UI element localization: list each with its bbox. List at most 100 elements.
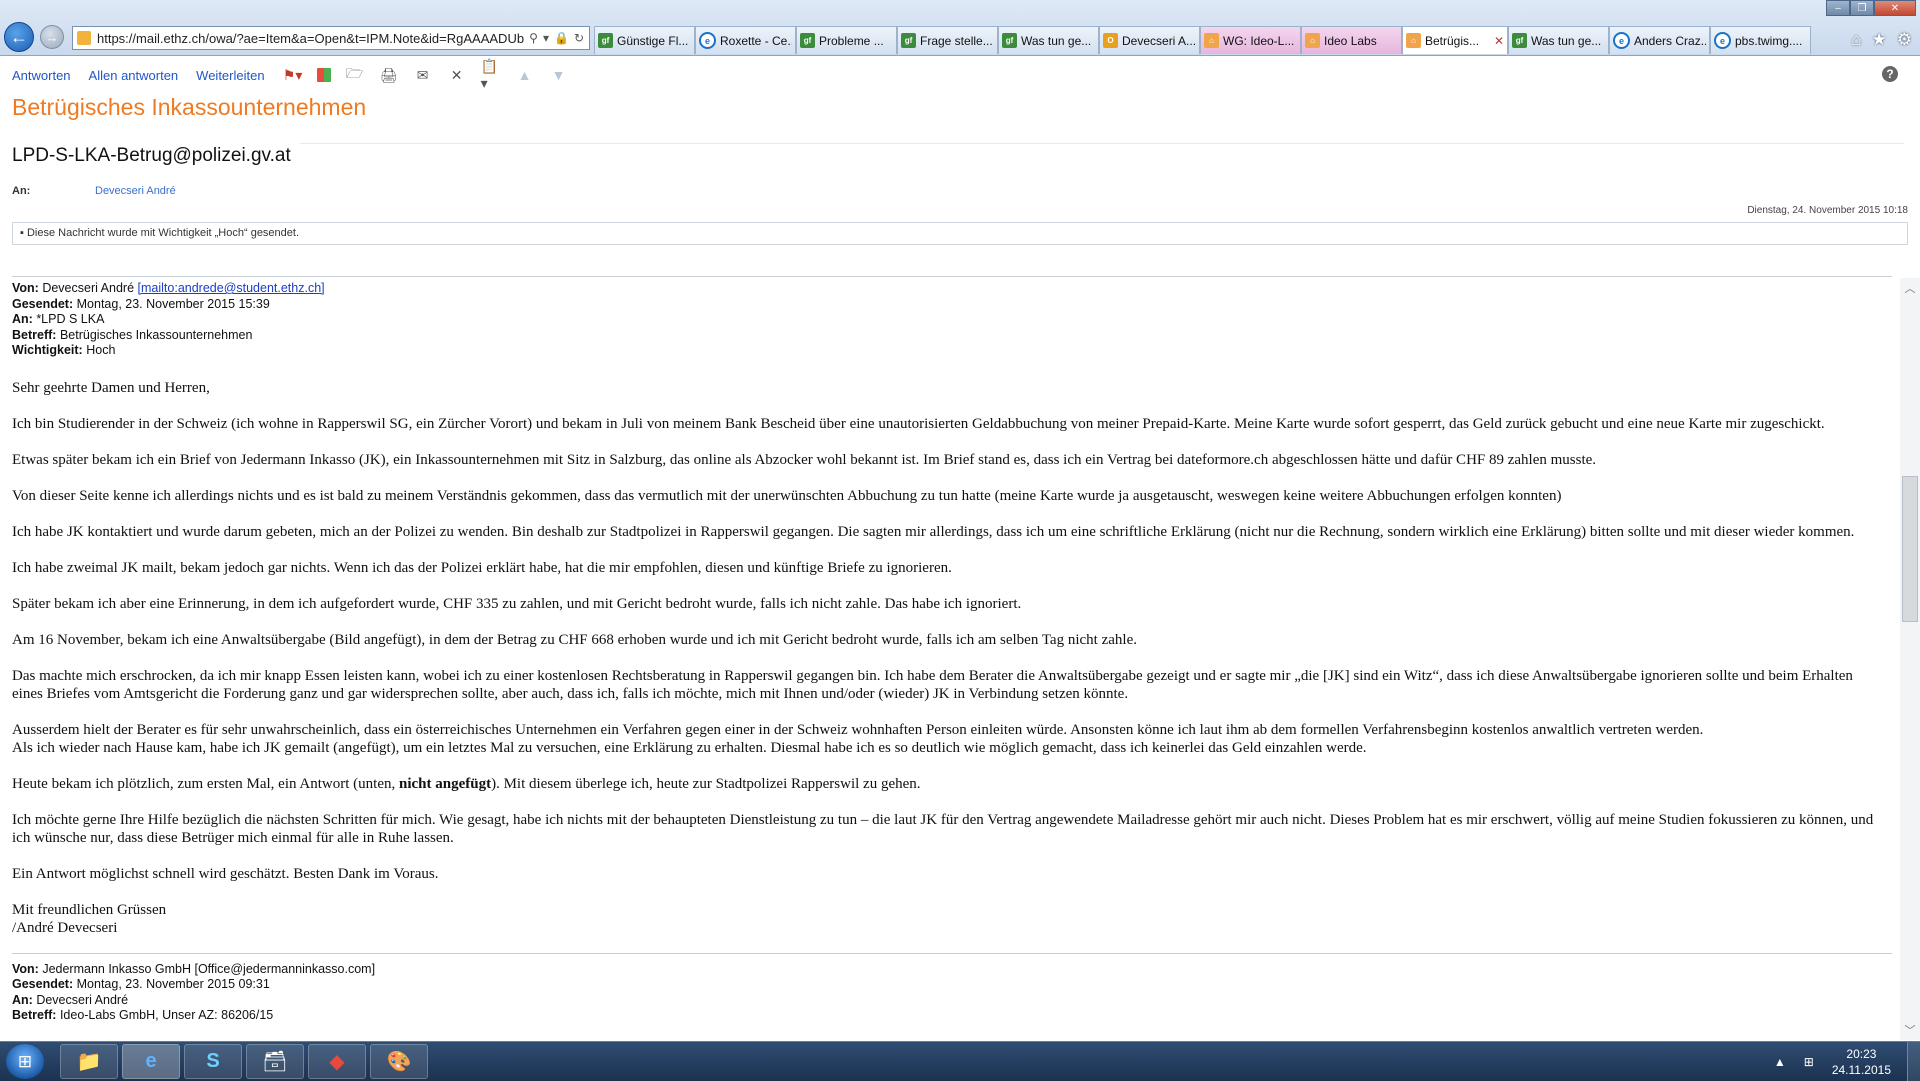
mark-unread-icon[interactable]: ✉ (413, 66, 433, 84)
delete-icon[interactable]: ✕ (447, 66, 467, 84)
favorites-star-icon[interactable]: ★ (1872, 30, 1887, 50)
paint-task[interactable]: 🎨 (370, 1044, 428, 1079)
browser-tab[interactable]: e Roxette - Ce... (695, 26, 796, 54)
internet-explorer-icon: e (145, 1050, 157, 1072)
tab-title: Roxette - Ce... (720, 33, 792, 48)
browser-tab[interactable]: e Anders Craz... (1609, 26, 1710, 54)
dropdown-icon[interactable]: ▾ (543, 31, 549, 45)
archive-task[interactable]: 🗃 (246, 1044, 304, 1079)
folder-icon: 📁 (76, 1051, 102, 1073)
browser-tab[interactable]: e pbs.twimg.... (1710, 26, 1811, 54)
sent-value: Montag, 23. November 2015 15:39 (76, 296, 270, 311)
from-value: Devecseri André (42, 281, 135, 295)
search-icon[interactable]: ⚲ (529, 31, 538, 45)
header-divider (300, 143, 1904, 144)
quoted-importance-label: Wichtigkeit: (12, 343, 83, 357)
home-favicon-icon: ⌂ (1305, 33, 1320, 48)
browser-tab[interactable]: gf Probleme ... (796, 26, 897, 54)
scroll-up-icon[interactable]: ︿ (1900, 280, 1920, 296)
gutefrage-favicon-icon: gf (1002, 33, 1017, 48)
back-button[interactable]: ← (4, 22, 34, 52)
importance-note: Diese Nachricht wurde mit Wichtigkeit „H… (26, 227, 300, 239)
scrollbar-thumb[interactable] (1902, 476, 1918, 622)
tab-title: Anders Craz... (1634, 33, 1706, 48)
message-subject: Betrügisches Inkassounternehmen (12, 94, 367, 120)
windows-logo-icon: ⊞ (17, 1051, 33, 1071)
reply-button[interactable]: Antworten (12, 68, 71, 83)
to-recipient[interactable]: Devecseri André (95, 185, 176, 197)
start-button[interactable]: ⊞ (6, 1044, 44, 1079)
show-desktop-button[interactable] (1907, 1042, 1920, 1081)
refresh-icon[interactable]: ↻ (574, 31, 584, 45)
internet-explorer-task[interactable]: e (122, 1044, 180, 1079)
outlook-favicon-icon: O (1103, 33, 1118, 48)
tab-title: Betrügis... (1425, 33, 1480, 48)
categorize-icon[interactable] (316, 68, 331, 82)
browser-tab[interactable]: gf Günstige Fl... (594, 26, 695, 54)
paragraph: Ich habe zweimal JK mailt, bekam jedoch … (12, 559, 952, 576)
clock[interactable]: 20:23 24.11.2015 (1832, 1046, 1891, 1078)
scroll-down-icon[interactable]: ﹀ (1900, 1022, 1920, 1038)
browser-tab[interactable]: ⌂ Ideo Labs (1301, 26, 1402, 54)
quoted-subject-value: Ideo-Labs GmbH, Unser AZ: 86206/15 (59, 1008, 274, 1022)
previous-item-icon[interactable]: ▲ (515, 66, 535, 84)
paragraph: Etwas später bekam ich ein Brief von Jed… (12, 451, 1597, 468)
paragraph-text: Heute bekam ich plötzlich, zum ersten Ma… (12, 775, 399, 792)
archive-icon: 🗃 (262, 1051, 288, 1073)
settings-gear-icon[interactable]: ⚙ (1897, 30, 1912, 50)
paragraph: Als ich wieder nach Hause kam, habe ich … (12, 739, 1367, 756)
paragraph-text: ). Mit diesem überlege ich, heute zur St… (491, 775, 921, 792)
paragraph: Von dieser Seite kenne ich allerdings ni… (12, 487, 1562, 504)
address-bar[interactable]: https://mail.ethz.ch/owa/?ae=Item&a=Open… (72, 26, 590, 50)
browser-tab[interactable]: ⌂ Betrügis... ✕ (1402, 26, 1508, 54)
paragraph: Sehr geehrte Damen und Herren, (12, 379, 210, 396)
windows-flag-icon[interactable]: ⊞ (1804, 1055, 1814, 1069)
sent-label: Gesendet: (12, 296, 74, 311)
help-icon[interactable]: ? (1882, 66, 1898, 82)
close-tab-icon[interactable]: ✕ (1492, 34, 1504, 48)
tab-title: Was tun ge... (1531, 33, 1602, 48)
arrow-left-icon: ← (10, 26, 28, 47)
address-url[interactable]: https://mail.ethz.ch/owa/?ae=Item&a=Open… (97, 31, 524, 46)
browser-tab[interactable]: gf Was tun ge... (998, 26, 1099, 54)
browser-tab[interactable]: gf Was tun ge... (1508, 26, 1609, 54)
ie-favicon-icon: e (699, 32, 716, 49)
site-favicon-icon (77, 31, 91, 45)
browser-tab[interactable]: gf Frage stelle... (897, 26, 998, 54)
tab-title: WG: Ideo-L... (1223, 33, 1295, 48)
mailto-link[interactable]: [mailto:andrede@student.ethz.ch] (138, 281, 325, 295)
move-icon[interactable]: 📋▾ (481, 58, 501, 91)
browser-tab[interactable]: ⌂ WG: Ideo-L... (1200, 26, 1301, 54)
minimize-icon[interactable]: – (1826, 0, 1850, 16)
move-to-folder-icon[interactable]: 🗁 (345, 65, 365, 84)
print-icon[interactable]: 🖨 (379, 66, 399, 84)
app-task[interactable]: ◆ (308, 1044, 366, 1079)
tab-title: Günstige Fl... (617, 33, 689, 48)
reply-all-button[interactable]: Allen antworten (89, 68, 179, 83)
from-label: Von: (12, 281, 39, 295)
quoted-to-value: Devecseri André (36, 992, 129, 1007)
forward-button[interactable]: Weiterleiten (196, 68, 264, 83)
vertical-scrollbar[interactable]: ︿ ﹀ (1900, 278, 1920, 1040)
paragraph-bold-text: nicht angefügt (398, 775, 492, 792)
gutefrage-favicon-icon: gf (901, 33, 916, 48)
tab-title: Ideo Labs (1324, 33, 1377, 48)
next-item-icon[interactable]: ▼ (549, 66, 569, 84)
maximize-icon[interactable]: ❐ (1850, 0, 1874, 16)
paragraph: Ich bin Studierender in der Schweiz (ich… (12, 415, 1825, 432)
body-divider (12, 276, 1892, 277)
skype-task[interactable]: S (184, 1044, 242, 1079)
browser-tab[interactable]: O Devecseri A... (1099, 26, 1200, 54)
home-icon[interactable]: ⌂ (1851, 30, 1861, 50)
flag-icon[interactable]: ⚑▾ (283, 66, 303, 84)
forward-button[interactable]: → (40, 25, 64, 49)
quoted-to-label: An: (12, 992, 33, 1007)
gutefrage-favicon-icon: gf (800, 33, 815, 48)
paragraph: Später bekam ich aber eine Erinnerung, i… (12, 595, 1022, 612)
clock-date: 24.11.2015 (1831, 1062, 1891, 1077)
message-sender[interactable]: LPD-S-LKA-Betrug@polizei.gv.at (12, 145, 291, 167)
close-window-icon[interactable]: ✕ (1874, 0, 1916, 16)
tray-expand-icon[interactable]: ▲ (1774, 1055, 1786, 1069)
explorer-task[interactable]: 📁 (60, 1044, 118, 1079)
from-value: Jedermann Inkasso GmbH [Office@jedermann… (42, 961, 376, 976)
